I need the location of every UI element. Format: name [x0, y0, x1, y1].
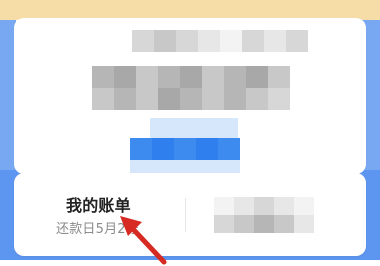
blurred-heading	[132, 30, 308, 52]
blurred-right-item-top	[214, 197, 314, 215]
blurred-right-item-bottom[interactable]	[214, 215, 314, 233]
card-divider	[185, 198, 186, 232]
top-banner-strip	[0, 0, 380, 20]
blurred-button-top	[150, 118, 238, 140]
red-arrow-icon	[120, 216, 167, 265]
blurred-amount-lower	[92, 88, 290, 110]
blurred-amount	[92, 66, 290, 88]
blurred-action-button[interactable]	[130, 138, 240, 160]
